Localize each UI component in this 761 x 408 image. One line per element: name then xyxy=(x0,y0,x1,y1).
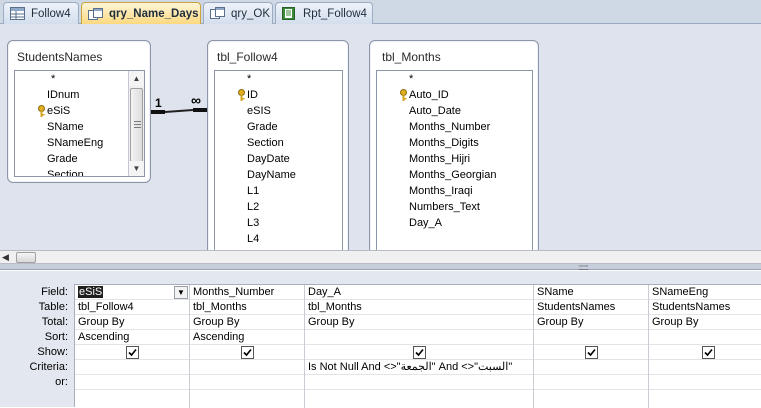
table-box-tbl-follow4[interactable]: tbl_Follow4 * ID eSIS Grade Section DayD… xyxy=(207,40,349,250)
total-cell[interactable]: Group By xyxy=(305,315,533,330)
primary-key-icon xyxy=(37,105,46,117)
table-title: tbl_Follow4 xyxy=(217,50,278,64)
grid-column: SNameEng StudentsNames Group By xyxy=(649,285,761,408)
table-cell[interactable]: tbl_Follow4 xyxy=(75,300,189,315)
show-cell xyxy=(75,345,189,360)
field-cell[interactable]: eSiS xyxy=(75,285,189,300)
tab-qry-name-days[interactable]: qry_Name_Days xyxy=(81,2,201,25)
row-label-criteria: Criteria: xyxy=(29,361,68,373)
criteria-cell[interactable] xyxy=(649,360,761,375)
row-label-sort: Sort: xyxy=(44,331,68,343)
scroll-thumb[interactable] xyxy=(16,252,36,263)
query-icon xyxy=(210,7,225,20)
join-end-many xyxy=(193,108,207,112)
or-cell[interactable] xyxy=(75,375,189,390)
tab-rpt-follow4[interactable]: Rpt_Follow4 xyxy=(275,2,373,24)
show-cell xyxy=(190,345,304,360)
field-cell[interactable]: SNameEng xyxy=(649,285,761,300)
field-list: * ID eSIS Grade Section DayDate DayName … xyxy=(214,70,343,250)
row-label-or: or: xyxy=(55,376,68,388)
pane-splitter[interactable]: :::::::: xyxy=(0,264,761,272)
sort-cell[interactable]: Ascending xyxy=(75,330,189,345)
grid-column: Months_Number tbl_Months Group By Ascend… xyxy=(190,285,305,408)
query-icon xyxy=(88,7,103,21)
table-icon xyxy=(10,7,25,20)
query-design-grid: Field: Table: Total: Sort: Show: Criteri… xyxy=(0,271,761,408)
show-checkbox[interactable] xyxy=(413,346,426,359)
sort-cell[interactable] xyxy=(305,330,533,345)
or-cell[interactable] xyxy=(190,375,304,390)
primary-key-icon xyxy=(399,89,408,101)
sort-cell[interactable]: Ascending xyxy=(190,330,304,345)
row-label-show: Show: xyxy=(37,346,68,358)
tab-follow4[interactable]: Follow4 xyxy=(3,2,79,24)
table-title: tbl_Months xyxy=(382,50,441,64)
table-box-tbl-months[interactable]: tbl_Months * Auto_ID Auto_Date Months_Nu… xyxy=(369,40,539,250)
document-tab-bar: Follow4 qry_Name_Days qry_OK Rpt_Follow4 xyxy=(0,0,761,25)
chevron-down-icon[interactable]: ▼ xyxy=(174,286,188,299)
show-checkbox[interactable] xyxy=(585,346,598,359)
or-cell[interactable] xyxy=(649,375,761,390)
design-horizontal-scrollbar[interactable]: ◀ xyxy=(0,250,761,264)
table-cell[interactable]: tbl_Months xyxy=(305,300,533,315)
table-cell[interactable]: StudentsNames xyxy=(534,300,648,315)
row-label-table: Table: xyxy=(38,301,68,313)
show-checkbox[interactable] xyxy=(702,346,715,359)
show-cell xyxy=(534,345,648,360)
show-cell xyxy=(305,345,533,360)
tab-qry-ok[interactable]: qry_OK xyxy=(203,2,273,24)
or-cell[interactable] xyxy=(534,375,648,390)
table-cell[interactable]: StudentsNames xyxy=(649,300,761,315)
field-list: * Auto_ID Auto_Date Months_Number Months… xyxy=(376,70,533,250)
primary-key-icon xyxy=(237,89,246,101)
show-cell xyxy=(649,345,761,360)
grid-column: SName StudentsNames Group By xyxy=(534,285,649,408)
show-checkbox[interactable] xyxy=(241,346,254,359)
tab-label: Follow4 xyxy=(31,7,71,20)
query-design-surface: StudentsNames * IDnum eSiS SName SNameEn… xyxy=(0,24,761,250)
show-checkbox[interactable] xyxy=(126,346,139,359)
row-label-field: Field: xyxy=(41,286,68,298)
table-title: StudentsNames xyxy=(17,50,103,64)
sort-cell[interactable] xyxy=(649,330,761,345)
tab-label: qry_Name_Days xyxy=(109,8,199,20)
total-cell[interactable]: Group By xyxy=(190,315,304,330)
grid-columns: eSiS ▼ tbl_Follow4 Group By Ascending Mo… xyxy=(74,284,761,408)
join-line[interactable] xyxy=(164,109,194,113)
field-cell[interactable]: Day_A xyxy=(305,285,533,300)
grid-column: eSiS ▼ tbl_Follow4 Group By Ascending xyxy=(75,285,190,408)
scroll-thumb[interactable] xyxy=(130,88,143,162)
scroll-up-icon[interactable]: ▲ xyxy=(129,71,144,86)
criteria-cell[interactable]: Is Not Null And <>"الجمعة" And <>"السبت" xyxy=(305,360,533,375)
or-cell[interactable] xyxy=(305,375,533,390)
grid-column: Day_A tbl_Months Group By Is Not Null An… xyxy=(305,285,534,408)
report-icon xyxy=(282,7,297,20)
table-box-studentsnames[interactable]: StudentsNames * IDnum eSiS SName SNameEn… xyxy=(7,40,151,183)
field-list: * IDnum eSiS SName SNameEng Grade Sectio… xyxy=(14,70,145,177)
join-many-label: ∞ xyxy=(191,92,201,108)
tab-label: qry_OK xyxy=(231,7,270,20)
row-label-total: Total: xyxy=(41,316,68,328)
scroll-down-icon[interactable]: ▼ xyxy=(129,161,144,176)
field-cell[interactable]: Months_Number xyxy=(190,285,304,300)
field-cell[interactable]: SName xyxy=(534,285,648,300)
join-one-label: 1 xyxy=(155,96,162,110)
total-cell[interactable]: Group By xyxy=(534,315,648,330)
criteria-cell[interactable] xyxy=(190,360,304,375)
total-cell[interactable]: Group By xyxy=(649,315,761,330)
criteria-cell[interactable] xyxy=(534,360,648,375)
table-cell[interactable]: tbl_Months xyxy=(190,300,304,315)
criteria-cell[interactable] xyxy=(75,360,189,375)
join-end-one xyxy=(151,110,165,114)
total-cell[interactable]: Group By xyxy=(75,315,189,330)
sort-cell[interactable] xyxy=(534,330,648,345)
scroll-left-icon[interactable]: ◀ xyxy=(2,251,9,264)
tab-label: Rpt_Follow4 xyxy=(303,7,367,20)
vertical-scrollbar[interactable]: ▲ ▼ xyxy=(128,71,144,176)
